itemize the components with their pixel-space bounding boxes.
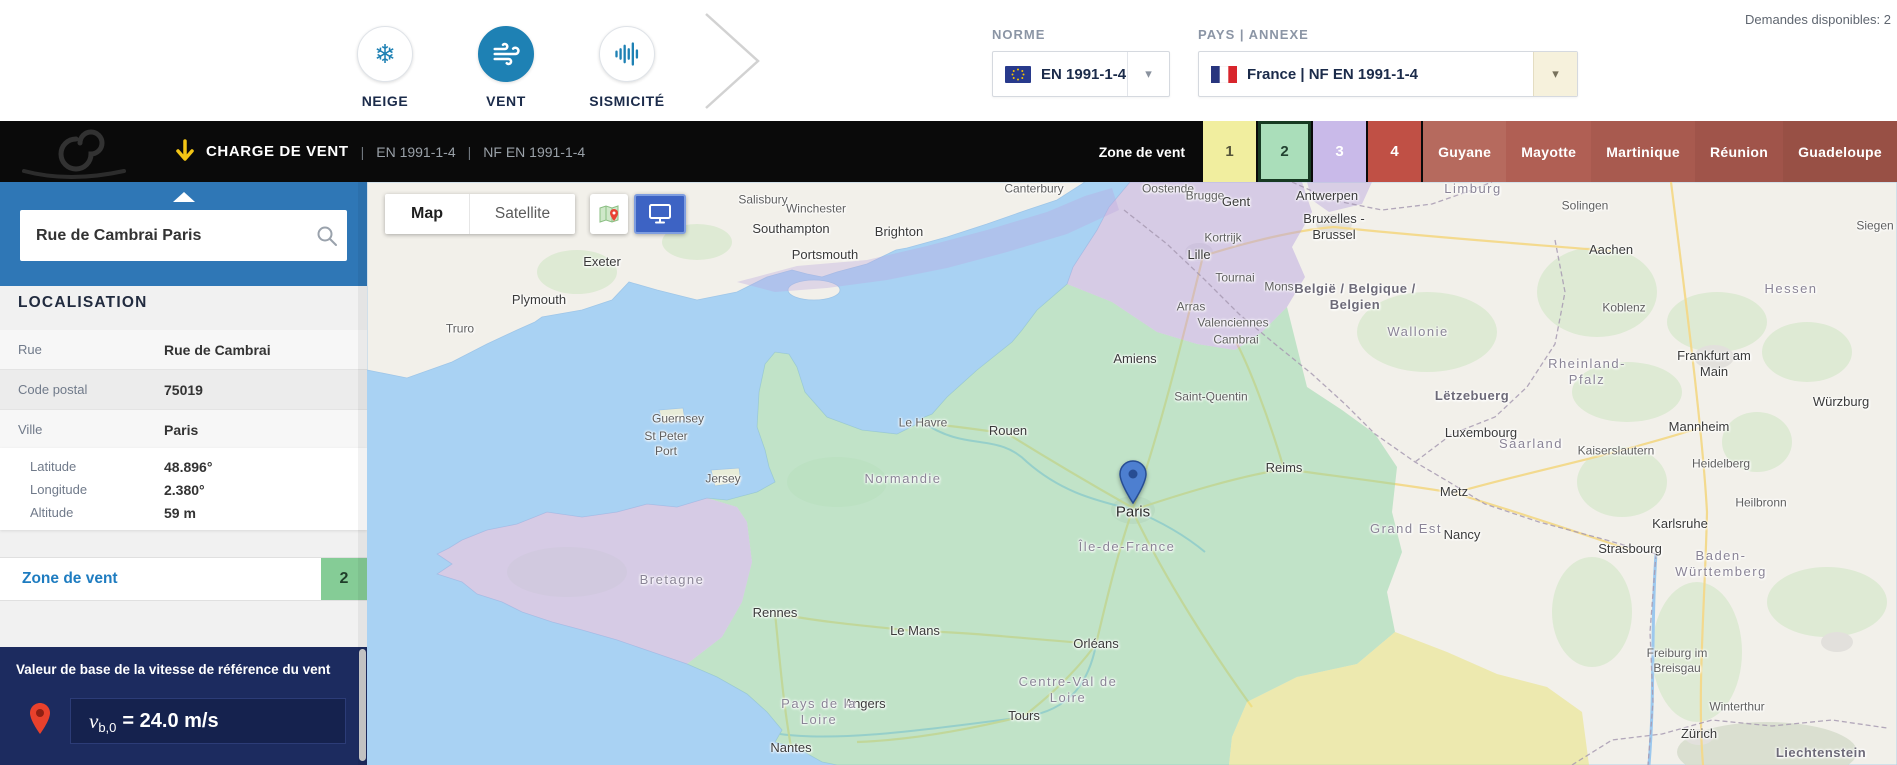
dropdown-arrow-icon: ▾ xyxy=(1127,52,1169,96)
region-button-mayotte[interactable]: Mayotte xyxy=(1506,121,1592,182)
app-header: ❄ NEIGE VENT SISMICITÉ NORME EN 1991-1-4… xyxy=(0,0,1897,121)
google-maps-icon xyxy=(599,205,619,223)
wind-speed-value: = 24.0 m/s xyxy=(122,709,219,732)
zone-button-3[interactable]: 3 xyxy=(1313,121,1367,182)
annex-reference: NF EN 1991-1-4 xyxy=(483,143,586,160)
map-type-map-button[interactable]: Map xyxy=(385,194,469,234)
page-title: CHARGE DE VENT xyxy=(206,143,349,160)
zone-result-row: Zone de vent 2 xyxy=(0,557,367,601)
mode-sismicite[interactable]: SISMICITÉ xyxy=(557,26,697,109)
title-bar: CHARGE DE VENT | EN 1991-1-4 | NF EN 199… xyxy=(0,121,1897,182)
seismic-icon xyxy=(615,42,639,66)
map-type-control: Map Satellite xyxy=(385,194,575,234)
map-marker[interactable] xyxy=(1118,460,1148,504)
search-input[interactable] xyxy=(20,226,307,245)
norme-label: NORME xyxy=(992,27,1046,42)
france-flag-icon xyxy=(1211,65,1237,83)
demandes-counter: Demandes disponibles: 2 xyxy=(1745,12,1891,27)
down-arrow-icon xyxy=(176,138,194,161)
wind-swirl-logo xyxy=(22,129,126,179)
localisation-row: Code postal 75019 xyxy=(0,370,367,410)
coordinate-row: Longitude 2.380° xyxy=(30,481,205,498)
zone-button-4[interactable]: 4 xyxy=(1368,121,1422,182)
region-button-guadeloupe[interactable]: Guadeloupe xyxy=(1783,121,1897,182)
norme-dropdown[interactable]: EN 1991-1-4 ▾ xyxy=(992,51,1170,97)
coordinate-row: Latitude 48.896° xyxy=(30,458,213,475)
map-type-satellite-button[interactable]: Satellite xyxy=(469,194,575,234)
coordinate-row: Altitude 59 m xyxy=(30,504,196,521)
region-button-réunion[interactable]: Réunion xyxy=(1695,121,1784,182)
zone-result-label: Zone de vent xyxy=(22,570,118,587)
pays-label: PAYS | ANNEXE xyxy=(1198,27,1309,42)
pays-value: France | NF EN 1991-1-4 xyxy=(1247,65,1418,83)
norme-value: EN 1991-1-4 xyxy=(1041,65,1127,83)
norme-selector: NORME EN 1991-1-4 ▾ xyxy=(992,27,1170,97)
localisation-rows: Rue Rue de Cambrai Code postal 75019 Ville Pa… xyxy=(0,330,367,450)
mode-neige-label: NEIGE xyxy=(361,93,409,109)
zone-de-vent-label: Zone de vent xyxy=(1098,143,1186,160)
screen-icon xyxy=(649,204,671,224)
zone-button-2[interactable]: 2 xyxy=(1258,121,1312,182)
coordinates-card: Latitude 48.896° Longitude 2.380° Altitude 59… xyxy=(0,448,367,530)
wind-speed-panel: Valeur de base de la vitesse de référenc… xyxy=(0,647,367,765)
wind-icon xyxy=(493,42,520,66)
wind-speed-row: v b,0 = 24.0 m/s xyxy=(0,694,367,744)
map-canvas[interactable]: Salisbury Winchester Southampton Portsmouth… xyxy=(367,182,1897,765)
localisation-row: Ville Paris xyxy=(0,410,367,450)
wind-speed-subscript: b,0 xyxy=(98,719,117,735)
region-buttons: Guyane Mayotte Martinique Réunion Guadeloupe xyxy=(1423,121,1897,182)
fullscreen-view-button[interactable] xyxy=(634,194,686,234)
mode-vent-label: VENT xyxy=(486,93,526,109)
search-icon[interactable] xyxy=(307,225,347,247)
pays-dropdown[interactable]: France | NF EN 1991-1-4 ▾ xyxy=(1198,51,1578,97)
dropdown-arrow-icon: ▾ xyxy=(1533,52,1577,96)
red-map-pin-icon xyxy=(30,703,50,734)
eu-flag-icon xyxy=(1005,65,1031,83)
search-notch xyxy=(173,192,195,202)
wind-speed-symbol: v xyxy=(89,708,99,733)
wind-speed-title: Valeur de base de la vitesse de référenc… xyxy=(16,662,331,677)
mode-sismicite-label: SISMICITÉ xyxy=(589,93,665,109)
localisation-heading: LOCALISATION xyxy=(18,294,148,311)
sidebar: LOCALISATION RueRue de CambraiCode posta… xyxy=(0,182,367,765)
sidebar-scrollbar-thumb[interactable] xyxy=(359,649,366,761)
pays-selector: PAYS | ANNEXE France | NF EN 1991-1-4 ▾ xyxy=(1198,27,1578,97)
zone-button-1[interactable]: 1 xyxy=(1203,121,1257,182)
mode-neige[interactable]: ❄ NEIGE xyxy=(315,26,455,109)
region-button-martinique[interactable]: Martinique xyxy=(1591,121,1695,182)
search-panel xyxy=(0,182,367,286)
snowflake-icon: ❄ xyxy=(374,39,396,69)
norm-reference: EN 1991-1-4 xyxy=(376,143,456,160)
search-box xyxy=(20,210,347,261)
sidebar-scrollbar-track[interactable] xyxy=(358,182,367,765)
separator: | xyxy=(467,143,472,160)
google-maps-button[interactable] xyxy=(590,194,628,234)
chevron-right-icon xyxy=(705,13,760,109)
wind-speed-value-box: v b,0 = 24.0 m/s xyxy=(70,698,346,744)
separator: | xyxy=(360,143,365,160)
region-button-guyane[interactable]: Guyane xyxy=(1423,121,1507,182)
zone-buttons: 1234 xyxy=(1203,121,1423,182)
mode-vent[interactable]: VENT xyxy=(436,26,576,109)
localisation-row: Rue Rue de Cambrai xyxy=(0,330,367,370)
